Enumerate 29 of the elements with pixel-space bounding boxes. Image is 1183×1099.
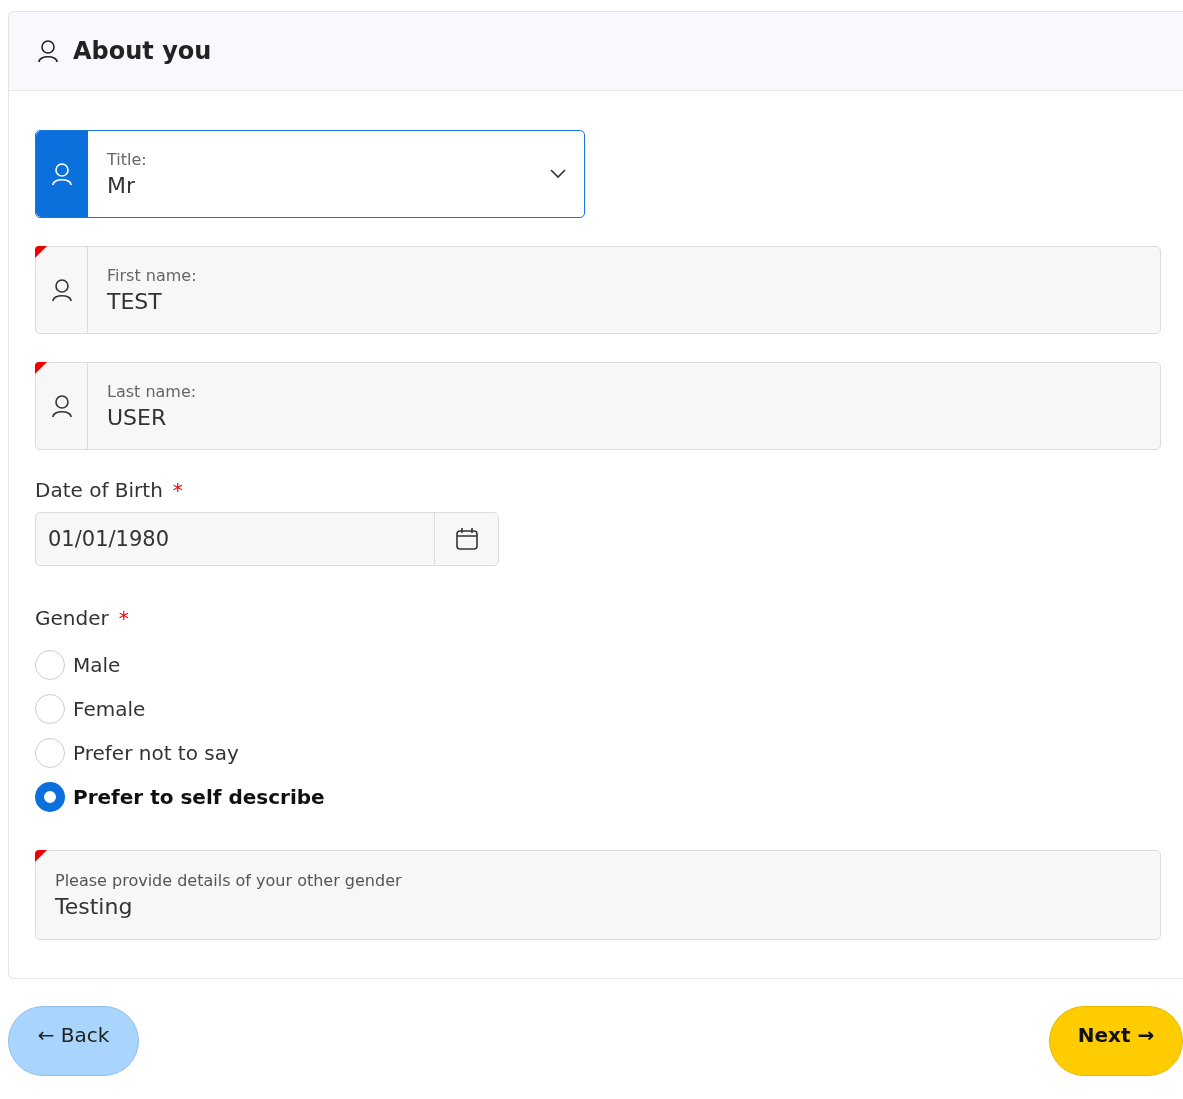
- person-icon: [51, 278, 72, 302]
- field-label: Date of Birth: [35, 478, 163, 502]
- field-label: Last name:: [107, 382, 198, 401]
- next-button[interactable]: Next →: [1049, 1006, 1183, 1076]
- person-icon: [37, 39, 59, 63]
- field-value: TEST: [107, 289, 163, 314]
- input-field[interactable]: First name: TEST: [35, 246, 1161, 334]
- field-value: Mr: [107, 173, 137, 198]
- input-field[interactable]: Title: Mr: [35, 130, 585, 218]
- chevron-down-icon: [550, 169, 566, 179]
- input-field[interactable]: Last name: USER: [35, 362, 1161, 450]
- person-icon: [51, 394, 72, 418]
- radio-label[interactable]: Prefer not to say: [73, 741, 239, 765]
- required-asterisk: *: [172, 478, 183, 502]
- section-title: About you: [73, 37, 212, 65]
- required-asterisk: *: [118, 606, 129, 630]
- radio-label[interactable]: Prefer to self describe: [73, 785, 325, 809]
- radio-button[interactable]: [35, 782, 65, 812]
- radio-label[interactable]: Male: [73, 653, 121, 677]
- field-label: Please provide details of your other gender: [55, 871, 403, 890]
- field-label: First name:: [107, 266, 198, 285]
- field-label: Gender: [35, 606, 109, 630]
- input-field[interactable]: Please provide details of your other gender Testing: [35, 850, 1161, 940]
- back-button[interactable]: ← Back: [8, 1006, 139, 1076]
- radio-label[interactable]: Female: [73, 697, 146, 721]
- field-value: Testing: [55, 894, 134, 919]
- field-value: USER: [107, 405, 168, 430]
- person-icon: [51, 162, 72, 186]
- field-label: Title:: [107, 150, 148, 169]
